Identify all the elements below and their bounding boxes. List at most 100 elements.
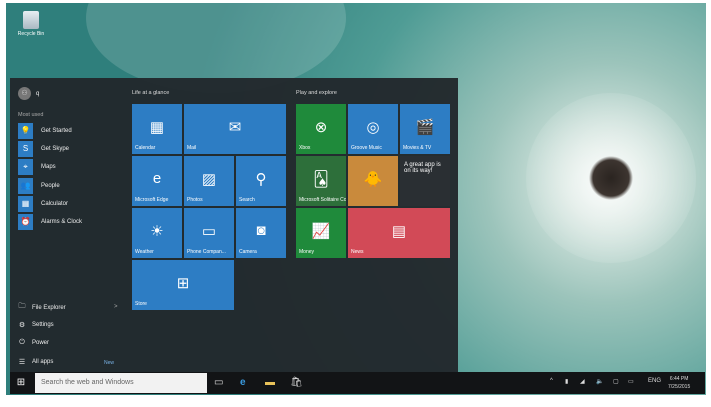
tile-groove[interactable]: ◎ Groove Music [348,104,398,154]
tile-label: Groove Music [351,145,382,151]
tile-label: A great app is on its way! [404,162,441,174]
power-icon: ⏻ [19,339,25,346]
recycle-bin-icon [23,11,39,29]
tile-label: Photos [187,197,203,203]
tile-phone[interactable]: ▭ Phone Compan... [184,208,234,258]
tile-photos[interactable]: ▨ Photos [184,156,234,206]
item-label: All apps [32,358,54,365]
group-play-and-explore: Play and explore [296,90,337,96]
tile-label: News [351,249,364,255]
recycle-bin-label: Recycle Bin [17,31,45,37]
weather-icon: ☀ [150,223,164,240]
tile-label: Mail [187,145,197,151]
tile-game[interactable]: 🐥 [348,156,398,206]
start-menu: ⚇ q Most used 💡 Get Started S Get Skype ⌖ Maps… [10,78,458,372]
tile-solitaire[interactable]: 🂡 Microsoft Solitaire Collection [296,156,346,206]
tile-xbox[interactable]: ⊗ Xbox [296,104,346,154]
settings-icon: ⚙ [18,321,26,329]
network-icon[interactable]: ◢ [580,378,585,385]
app-label: Get Started [41,128,72,134]
item-label: Settings [32,321,54,328]
most-used-item[interactable]: 👥 People [18,177,60,194]
item-label: Power [32,340,50,346]
start-all-apps[interactable]: ☰ All apps [18,358,54,366]
item-label: File Explorer [32,304,66,311]
calculator-icon: ▦ [18,195,33,212]
action-center-icon[interactable]: ▢ [613,378,619,385]
tile-label: Microsoft Solitaire Collection [299,197,346,203]
clock[interactable]: 6:44 PM 7/25/2015 [668,375,690,391]
language-indicator[interactable]: ENG [648,378,661,384]
edge-icon: e [152,170,162,187]
alarm-icon: ⏰ [18,214,33,230]
tile-calendar[interactable]: ▦ Calendar [132,104,182,154]
tile-camera[interactable]: ◙ Camera [236,208,286,258]
tile-weather[interactable]: ☀ Weather [132,208,182,258]
file-explorer-chevron[interactable]: > [114,304,118,310]
start-settings[interactable]: ⚙ Settings [18,321,54,329]
start-button[interactable]: ⊞ [13,375,29,391]
tile-edge[interactable]: e Microsoft Edge [132,156,182,206]
start-power[interactable]: ⏻ Power [18,339,49,347]
most-used-item[interactable]: ⏰ Alarms & Clock [18,214,82,230]
news-icon: ▤ [391,223,407,240]
skype-icon: S [18,141,33,158]
tile-label: Search [239,197,255,203]
search-box[interactable]: Search the web and Windows [35,373,207,393]
show-hidden-icons[interactable]: ^ [550,378,553,384]
edge-taskbar-icon[interactable]: e [240,375,246,391]
solitaire-icon: 🂡 [313,171,329,188]
recycle-bin-shortcut[interactable]: Recycle Bin [16,11,46,37]
taskbar: ⊞ Search the web and Windows ▭ e ▬ 🛍 ^ ▮… [10,372,705,394]
xbox-icon: ⊗ [314,119,328,136]
calendar-icon: ▦ [149,119,165,136]
mail-icon: ✉ [228,119,242,136]
user-account[interactable]: ⚇ q [18,87,39,100]
most-used-item[interactable]: 💡 Get Started [18,123,72,139]
start-file-explorer[interactable]: 🗀 File Explorer [18,302,66,313]
tile-label: Store [135,301,147,307]
most-used-item[interactable]: ▦ Calculator [18,195,68,212]
avatar-icon: ⚇ [18,87,31,100]
camera-icon: ◙ [256,222,266,239]
phone-icon: ▭ [201,223,217,240]
tile-label: Microsoft Edge [135,197,169,203]
tile-search[interactable]: ⚲ Search [236,156,286,206]
app-label: People [41,182,60,189]
most-used-item[interactable]: ⌖ Maps [18,159,56,176]
start-left-column: ⚇ q Most used 💡 Get Started S Get Skype ⌖ Maps… [10,78,128,372]
search-icon: ⚲ [255,171,267,188]
maps-icon: ⌖ [18,159,33,176]
tile-label: Xbox [299,145,311,151]
groove-icon: ◎ [366,119,380,136]
tile-app_coming[interactable]: A great app is on its way! [400,156,450,206]
tile-label: Weather [135,249,154,255]
tile-news[interactable]: ▤ News [348,208,450,258]
keyboard-icon[interactable]: ▭ [628,378,634,385]
tile-label: Camera [239,249,257,255]
tile-store[interactable]: ⊞ Store [132,260,234,310]
file-explorer-taskbar-icon[interactable]: ▬ [265,375,275,391]
movies-icon: 🎬 [415,119,435,136]
tile-mail[interactable]: ✉ Mail [184,104,286,154]
task-view-icon[interactable]: ▭ [214,375,223,391]
volume-icon[interactable]: 🔈 [596,378,603,385]
tile-label: Phone Compan... [187,249,226,255]
game-icon: 🐥 [363,171,383,188]
group-life-at-a-glance: Life at a glance [132,90,170,96]
file-explorer-icon: 🗀 [18,303,26,310]
all-apps-icon: ☰ [18,358,26,366]
tile-movies[interactable]: 🎬 Movies & TV [400,104,450,154]
store-taskbar-icon[interactable]: 🛍 [290,375,303,391]
tile-money[interactable]: 📈 Money [296,208,346,258]
time: 6:44 PM [669,376,689,382]
tile-label: Calendar [135,145,156,151]
most-used-item[interactable]: S Get Skype [18,141,69,158]
app-label: Maps [41,164,56,171]
most-used-heading: Most used [18,112,44,118]
tile-label: Money [299,249,315,255]
photos-icon: ▨ [201,171,217,188]
lightbulb-icon: 💡 [18,123,33,139]
battery-icon[interactable]: ▮ [565,378,568,385]
app-label: Alarms & Clock [41,219,83,225]
